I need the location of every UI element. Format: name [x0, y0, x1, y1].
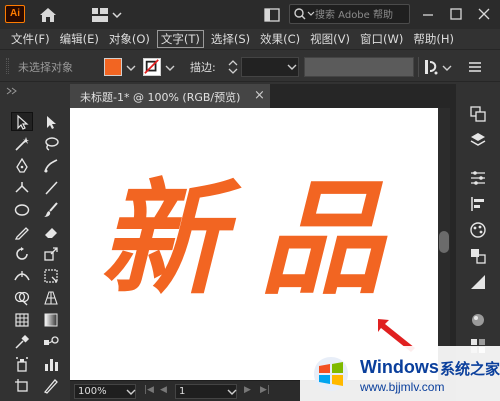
workspace-layout-icon [92, 8, 122, 22]
transform-panel-icon[interactable] [467, 246, 489, 266]
zoom-level: 100% [78, 386, 107, 397]
panel-grip[interactable] [6, 58, 9, 74]
brush-definition-icon[interactable] [422, 58, 440, 76]
fill-color-swatch[interactable] [104, 58, 122, 76]
scrollbar-thumb[interactable] [439, 231, 449, 253]
stroke-weight-field[interactable] [241, 57, 299, 77]
menu-view[interactable]: 视图(V) [307, 30, 353, 48]
slice-tool-icon[interactable] [40, 376, 62, 395]
gradient-panel-icon[interactable] [467, 272, 489, 292]
menu-select[interactable]: 选择(S) [208, 30, 253, 48]
mesh-tool-icon[interactable] [11, 310, 33, 329]
watermark-brand-cn: 系统之家 [440, 360, 500, 378]
symbol-sprayer-tool-icon[interactable] [11, 354, 33, 373]
layers-panel-icon[interactable] [467, 130, 489, 150]
search-icon [293, 7, 317, 21]
artwork-char-1[interactable]: 新 [92, 168, 252, 312]
ellipse-tool-icon[interactable] [11, 200, 33, 219]
magic-wand-tool-icon[interactable] [11, 134, 33, 153]
close-icon[interactable]: × [254, 88, 265, 103]
arrange-window-icon[interactable] [264, 8, 280, 22]
title-bar: Ai 搜索 Adobe 帮助 [0, 0, 500, 29]
close-icon[interactable] [474, 6, 494, 22]
watermark: Windows 系统之家 www.bjjmlv.com [300, 346, 500, 401]
artboard[interactable]: 新 品 [70, 108, 438, 380]
home-icon[interactable] [37, 5, 59, 25]
canvas[interactable]: 新 品 [70, 108, 438, 380]
color-panel-icon[interactable] [467, 220, 489, 240]
menu-edit[interactable]: 编辑(E) [57, 30, 102, 48]
width-tool-icon[interactable] [11, 266, 33, 285]
windows-logo-icon [310, 354, 352, 394]
menu-file[interactable]: 文件(F) [8, 30, 53, 48]
line-segment-tool-icon[interactable] [40, 178, 62, 197]
panel-menu-icon[interactable] [466, 58, 484, 76]
menu-help[interactable]: 帮助(H) [410, 30, 457, 48]
pen-tool-icon[interactable] [11, 156, 33, 175]
chevron-down-icon[interactable] [126, 387, 136, 397]
properties-panel-icon[interactable] [467, 104, 489, 124]
divider [418, 57, 419, 77]
chevron-down-icon[interactable] [126, 63, 136, 73]
chevron-down-icon[interactable] [287, 62, 297, 72]
menu-bar: 文件(F) 编辑(E) 对象(O) 文字(T) 选择(S) 效果(C) 视图(V… [0, 29, 500, 49]
menu-type[interactable]: 文字(T) [156, 30, 204, 48]
no-stroke-icon [144, 59, 159, 74]
direct-selection-tool-icon[interactable] [40, 112, 62, 131]
align-panel-icon[interactable] [467, 194, 489, 214]
title-artwork[interactable]: 新 品 [92, 168, 430, 320]
column-graph-tool-icon[interactable] [40, 354, 62, 373]
help-search-field[interactable]: 搜索 Adobe 帮助 [289, 4, 410, 24]
document-tab[interactable]: 未标题-1* @ 100% (RGB/预览) × [70, 84, 270, 108]
shape-builder-tool-icon[interactable] [11, 288, 33, 307]
gradient-tool-icon[interactable] [40, 310, 62, 329]
curvature-tool-icon[interactable] [40, 156, 62, 175]
artwork-char-2[interactable]: 品 [252, 168, 412, 312]
lasso-tool-icon[interactable] [40, 134, 62, 153]
selection-tool-icon[interactable] [11, 112, 33, 131]
variable-width-profile[interactable] [304, 57, 414, 77]
pencil-tool-icon[interactable] [11, 222, 33, 241]
eraser-tool-icon[interactable] [40, 222, 62, 241]
tools-panel [0, 84, 70, 401]
chevron-down-icon[interactable] [165, 63, 175, 73]
menu-object[interactable]: 对象(O) [106, 30, 153, 48]
document-tab-label: 未标题-1* @ 100% (RGB/预览) [80, 91, 241, 104]
control-bar: 未选择对象 描边: [0, 49, 500, 82]
paintbrush-tool-icon[interactable] [40, 200, 62, 219]
vertical-scrollbar[interactable] [438, 108, 450, 380]
artboard-tool-icon[interactable] [11, 376, 33, 395]
scale-tool-icon[interactable] [40, 244, 62, 263]
stroke-color-swatch[interactable] [143, 58, 161, 76]
free-transform-tool-icon[interactable] [40, 266, 62, 285]
tab-strip [270, 84, 450, 108]
selection-status: 未选择对象 [18, 61, 73, 74]
stroke-weight-stepper[interactable] [226, 57, 240, 77]
maximize-icon[interactable] [446, 6, 466, 22]
first-artboard-icon[interactable]: |◀ [144, 385, 154, 395]
watermark-url: www.bjjmlv.com [360, 380, 445, 394]
menu-effect[interactable]: 效果(C) [257, 30, 303, 48]
tools-panel-header[interactable] [3, 86, 67, 96]
search-placeholder: 搜索 Adobe 帮助 [315, 10, 393, 21]
blend-tool-icon[interactable] [40, 332, 62, 351]
anchor-point-tool-icon[interactable] [11, 178, 33, 197]
next-artboard-icon[interactable]: ▶ [244, 385, 251, 395]
stroke-label: 描边: [190, 61, 216, 74]
chevron-down-icon[interactable] [227, 387, 237, 397]
menu-window[interactable]: 窗口(W) [357, 30, 406, 48]
minimize-icon[interactable] [418, 6, 438, 22]
artboard-number: 1 [179, 386, 186, 397]
app-logo: Ai [5, 5, 25, 23]
last-artboard-icon[interactable]: ▶| [260, 385, 270, 395]
previous-artboard-icon[interactable]: ◀ [160, 385, 167, 395]
appearance-panel-icon[interactable] [467, 310, 489, 330]
perspective-grid-tool-icon[interactable] [40, 288, 62, 307]
eyedropper-tool-icon[interactable] [11, 332, 33, 351]
rotate-tool-icon[interactable] [11, 244, 33, 263]
chevron-down-icon[interactable] [442, 63, 452, 73]
watermark-brand: Windows [360, 357, 439, 377]
adjust-panel-icon[interactable] [467, 168, 489, 188]
workspace-layout-button[interactable] [90, 6, 122, 24]
